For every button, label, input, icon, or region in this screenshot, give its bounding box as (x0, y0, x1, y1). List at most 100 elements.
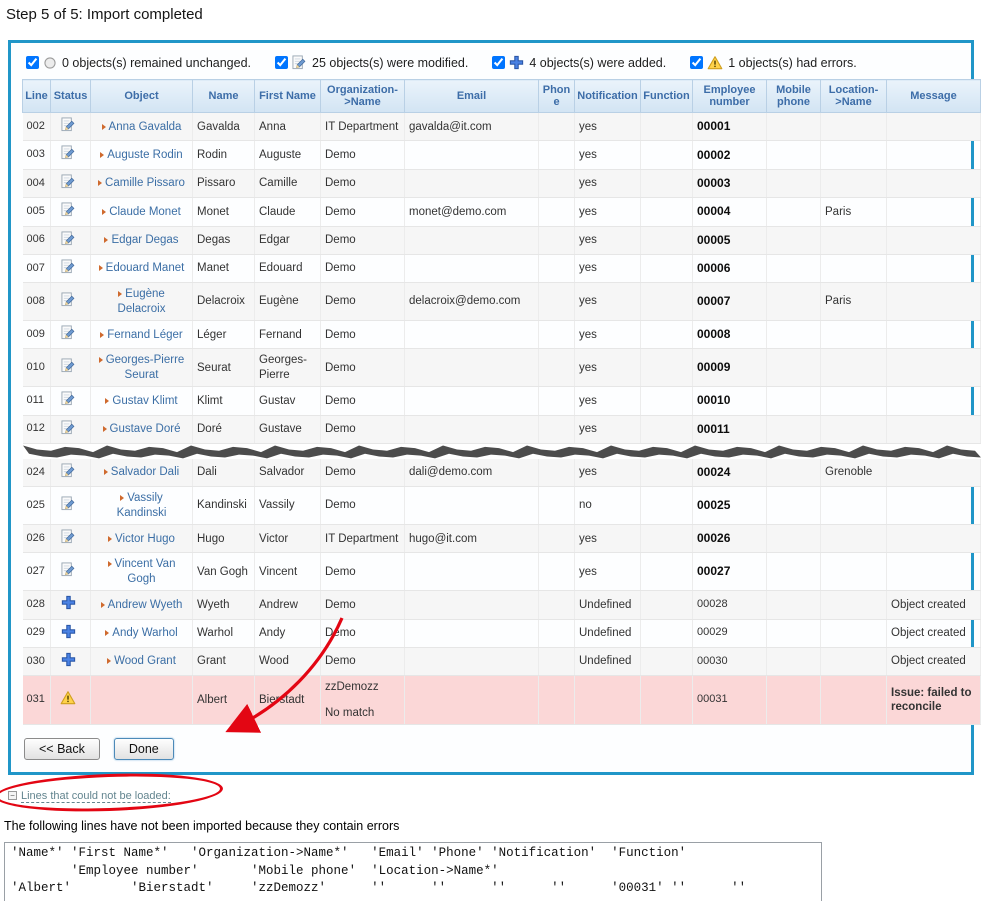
plus-icon (61, 595, 76, 610)
function-cell (641, 169, 693, 197)
line-cell: 028 (23, 591, 51, 619)
object-cell: Anna Gavalda (91, 113, 193, 141)
employee-number-cell: 00010 (693, 387, 767, 415)
notification-cell: yes (575, 141, 641, 169)
phone-cell (539, 676, 575, 725)
raw-lines-textarea[interactable]: 'Name*' 'First Name*' 'Organization->Nam… (4, 842, 822, 901)
column-header-message[interactable]: Message (887, 80, 981, 113)
column-header-status[interactable]: Status (51, 80, 91, 113)
collapse-toggle-icon[interactable] (8, 791, 17, 800)
object-link[interactable]: Claude Monet (109, 206, 181, 218)
email-cell (405, 415, 539, 443)
employee-number-cell: 00026 (693, 525, 767, 553)
pencil-icon (61, 259, 76, 274)
pencil-icon (61, 420, 76, 435)
status-cell (51, 647, 91, 675)
column-header-location-name[interactable]: Location->Name (821, 80, 887, 113)
pencil-icon (61, 292, 76, 307)
back-button[interactable]: << Back (24, 738, 100, 760)
column-header-line[interactable]: Line (23, 80, 51, 113)
organization-cell: Demo (321, 169, 405, 197)
object-link[interactable]: Edgar Degas (111, 234, 178, 246)
object-link[interactable]: Wood Grant (114, 655, 176, 667)
first-name-cell: Salvador (255, 459, 321, 487)
modified-checkbox[interactable] (275, 56, 288, 69)
object-link[interactable]: Gustav Klimt (112, 395, 177, 407)
link-bullet-icon (99, 357, 103, 363)
location-cell (821, 169, 887, 197)
object-link[interactable]: Andrew Wyeth (108, 599, 183, 611)
notification-cell: Undefined (575, 591, 641, 619)
column-header-organization-name[interactable]: Organization->Name (321, 80, 405, 113)
line-cell: 010 (23, 349, 51, 387)
first-name-cell: Eugène (255, 283, 321, 321)
employee-number-cell: 00025 (693, 487, 767, 525)
column-header-email[interactable]: Email (405, 80, 539, 113)
unchanged-checkbox[interactable] (26, 56, 39, 69)
phone-cell (539, 459, 575, 487)
object-link[interactable]: Camille Pissaro (105, 177, 185, 189)
status-cell (51, 198, 91, 226)
mobile-phone-cell (767, 226, 821, 254)
column-header-mobile-phone[interactable]: Mobile phone (767, 80, 821, 113)
added-checkbox[interactable] (492, 56, 505, 69)
object-link[interactable]: Georges-Pierre Seurat (106, 354, 185, 380)
object-cell: Auguste Rodin (91, 141, 193, 169)
lines-not-loaded-link[interactable]: Lines that could not be loaded: (21, 790, 171, 803)
notification-cell: yes (575, 113, 641, 141)
column-header-employee-number[interactable]: Employee number (693, 80, 767, 113)
errors-checkbox[interactable] (690, 56, 703, 69)
pencil-icon (61, 174, 76, 189)
link-bullet-icon (105, 398, 109, 404)
object-link[interactable]: Andy Warhol (112, 627, 177, 639)
object-link[interactable]: Eugène Delacroix (118, 288, 166, 314)
employee-number-cell: 00006 (693, 254, 767, 282)
column-header-name[interactable]: Name (193, 80, 255, 113)
pencil-icon (61, 463, 76, 478)
first-name-cell: Georges-Pierre (255, 349, 321, 387)
table-row: 031AlbertBierstadtzzDemozzNo match00031I… (23, 676, 981, 725)
link-bullet-icon (100, 332, 104, 338)
column-header-object[interactable]: Object (91, 80, 193, 113)
column-header-function[interactable]: Function (641, 80, 693, 113)
object-link[interactable]: Fernand Léger (107, 329, 182, 341)
mobile-phone-cell (767, 321, 821, 349)
column-header-notification[interactable]: Notification (575, 80, 641, 113)
message-cell (887, 113, 981, 141)
object-cell: Andy Warhol (91, 619, 193, 647)
employee-number-cell: 00027 (693, 553, 767, 591)
object-link[interactable]: Salvador Dali (111, 466, 179, 478)
employee-number-cell: 00007 (693, 283, 767, 321)
object-link[interactable]: Edouard Manet (106, 262, 185, 274)
column-header-first-name[interactable]: First Name (255, 80, 321, 113)
column-header-phone[interactable]: Phone (539, 80, 575, 113)
object-cell: Gustave Doré (91, 415, 193, 443)
line-cell: 025 (23, 487, 51, 525)
phone-cell (539, 349, 575, 387)
organization-cell: IT Department (321, 525, 405, 553)
object-cell: Camille Pissaro (91, 169, 193, 197)
link-bullet-icon (108, 536, 112, 542)
object-link[interactable]: Gustave Doré (110, 423, 181, 435)
object-link[interactable]: Auguste Rodin (107, 149, 182, 161)
done-button[interactable]: Done (114, 738, 174, 760)
object-cell: Edgar Degas (91, 226, 193, 254)
notification-cell: no (575, 487, 641, 525)
message-cell (887, 487, 981, 525)
mobile-phone-cell (767, 553, 821, 591)
employee-number-cell: 00005 (693, 226, 767, 254)
object-link[interactable]: Anna Gavalda (109, 121, 182, 133)
mobile-phone-cell (767, 141, 821, 169)
first-name-cell: Auguste (255, 141, 321, 169)
object-link[interactable]: Victor Hugo (115, 533, 175, 545)
tear-divider-row (23, 443, 981, 459)
object-link[interactable]: Vincent Van Gogh (115, 558, 176, 584)
email-cell: gavalda@it.com (405, 113, 539, 141)
mobile-phone-cell (767, 487, 821, 525)
object-cell: Victor Hugo (91, 525, 193, 553)
table-row: 002Anna GavaldaGavaldaAnnaIT Departmentg… (23, 113, 981, 141)
mobile-phone-cell (767, 113, 821, 141)
message-cell (887, 415, 981, 443)
email-cell: monet@demo.com (405, 198, 539, 226)
email-cell: hugo@it.com (405, 525, 539, 553)
